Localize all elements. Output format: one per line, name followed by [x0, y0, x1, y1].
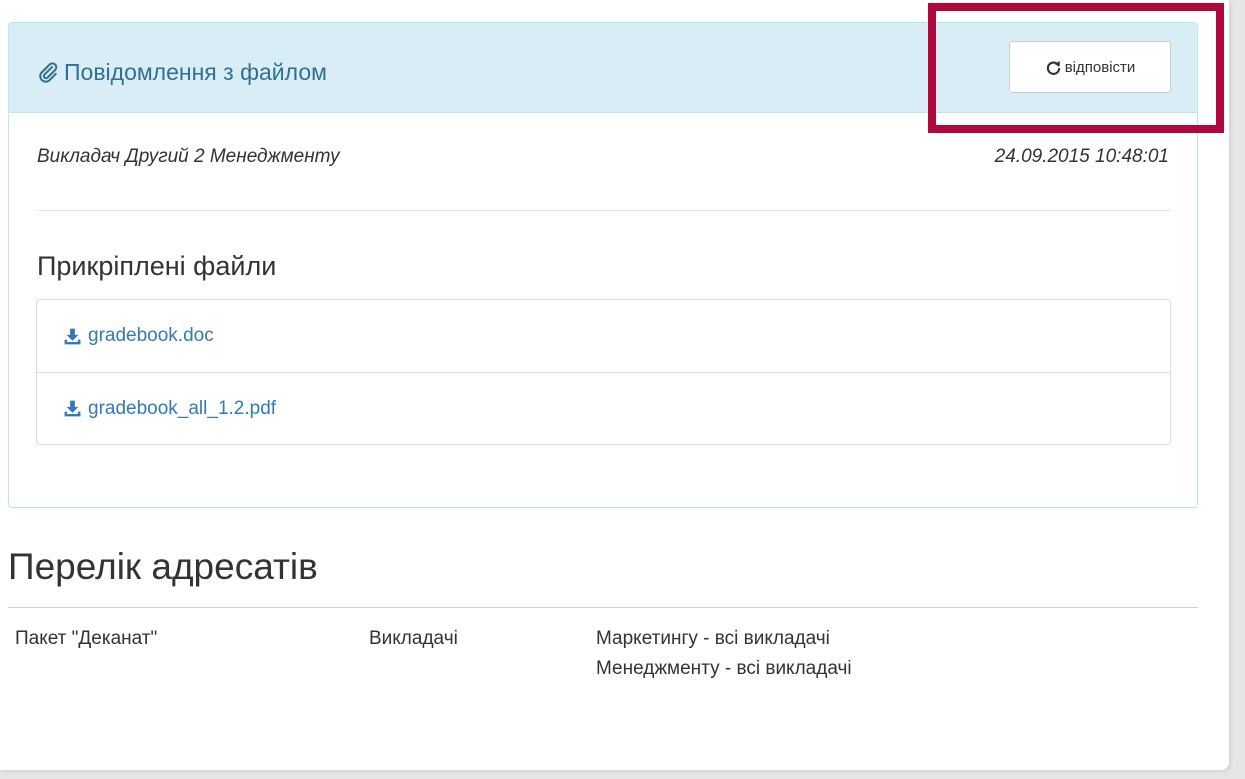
reply-button[interactable]: відповісти: [1009, 41, 1171, 93]
attachment-name: gradebook_all_1.2.pdf: [88, 397, 277, 419]
refresh-icon: [1045, 59, 1062, 76]
attachment-name: gradebook.doc: [88, 325, 214, 346]
attachment-list: gradebook.doc gradebook_all_1.2.pdf: [36, 299, 1171, 445]
panel-title-text: Повідомлення з файлом: [64, 59, 327, 85]
message-panel: Повідомлення з файлом відповісти Виклада…: [8, 22, 1198, 508]
panel-heading: Повідомлення з файлом відповісти: [9, 23, 1197, 113]
message-author: Викладач Другий 2 Менеджменту: [37, 146, 340, 167]
recipient-group: Викладачі: [369, 628, 458, 649]
recipient-detail-line: Менеджменту - всі викладачі: [596, 658, 852, 679]
recipients-divider: [8, 607, 1198, 608]
attachment-link[interactable]: gradebook.doc: [37, 300, 1170, 372]
divider: [36, 210, 1170, 211]
panel-title: Повідомлення з файлом: [37, 58, 327, 86]
message-timestamp: 24.09.2015 10:48:01: [994, 146, 1169, 167]
recipients-heading: Перелік адресатів: [8, 546, 318, 587]
reply-button-label: відповісти: [1064, 58, 1136, 76]
recipient-details: Маркетингу - всі викладачі Менеджменту -…: [596, 624, 852, 684]
attachment-link[interactable]: gradebook_all_1.2.pdf: [37, 372, 1170, 444]
recipient-detail-line: Маркетингу - всі викладачі: [596, 628, 830, 649]
recipient-package: Пакет "Деканат": [15, 628, 158, 649]
page-card: Повідомлення з файлом відповісти Виклада…: [0, 0, 1229, 770]
download-icon: [63, 327, 82, 346]
download-icon: [63, 399, 82, 418]
attachments-heading: Прикріплені файли: [37, 251, 277, 281]
paperclip-icon: [37, 61, 59, 83]
